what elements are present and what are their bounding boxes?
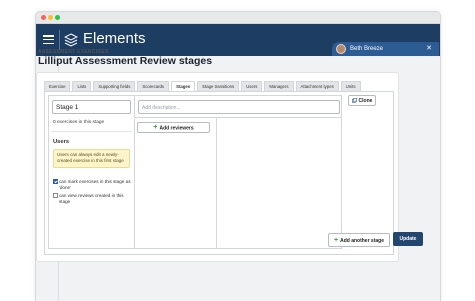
tab-scorecards[interactable]: Scorecards	[137, 81, 170, 91]
permission-mark-done[interactable]: can mark exercises in this stage as 'don…	[53, 179, 133, 191]
app-name[interactable]: Elements	[83, 30, 146, 48]
page-title: Lilliput Assessment Review stages	[38, 55, 213, 67]
header-divider	[59, 30, 60, 50]
tab-managers[interactable]: Managers	[264, 81, 294, 91]
maximize-window-dot[interactable]	[55, 15, 60, 20]
tab-stage-transitions[interactable]: Stage transitions	[197, 81, 240, 91]
add-reviewers-label: Add reviewers	[159, 125, 194, 132]
update-button[interactable]: Update	[393, 232, 423, 246]
close-icon[interactable]: ✕	[426, 43, 432, 54]
tab-bar: Exercise Lists Supporting fields Scoreca…	[44, 81, 363, 92]
user-menu[interactable]: Beth Breeze ✕	[332, 42, 439, 56]
checkbox-mark-done[interactable]	[53, 179, 58, 184]
permission-label: can mark exercises in this stage as 'don…	[59, 179, 131, 190]
stage-details-column	[216, 117, 341, 249]
avatar	[336, 44, 346, 54]
close-window-dot[interactable]	[41, 15, 46, 20]
users-heading: Users	[53, 139, 70, 145]
permission-label: can view reviews created in this stage	[59, 193, 124, 204]
plus-icon: +	[334, 237, 339, 244]
stage-settings-column: Stage 1 0 exercises in this stage Users …	[49, 96, 135, 248]
minimize-window-dot[interactable]	[48, 15, 53, 20]
tab-units[interactable]: Units	[340, 81, 361, 91]
stage-name-input[interactable]: Stage 1	[52, 100, 131, 114]
users-note: Users can always edit a newly-created ex…	[53, 149, 130, 168]
clone-button[interactable]: Clone	[348, 95, 376, 106]
tab-attachment-types[interactable]: Attachment types	[295, 81, 339, 91]
checkbox-view-reviews[interactable]	[53, 193, 58, 198]
tab-users[interactable]: Users	[241, 81, 263, 91]
add-stage-button[interactable]: + Add another stage	[328, 233, 390, 247]
permission-view-reviews[interactable]: can view reviews created in this stage	[53, 193, 133, 205]
divider	[51, 131, 132, 132]
add-stage-label: Add another stage	[340, 237, 384, 244]
exercise-count: 0 exercises in this stage	[53, 120, 105, 125]
stage-editor: Stage 1 0 exercises in this stage Users …	[48, 95, 342, 249]
copy-icon	[351, 98, 357, 104]
reviewers-column: + Add reviewers	[134, 117, 217, 249]
stages-card: Exercise Lists Supporting fields Scoreca…	[36, 72, 399, 262]
tab-supporting-fields[interactable]: Supporting fields	[93, 81, 136, 91]
add-reviewers-button[interactable]: + Add reviewers	[137, 122, 210, 133]
user-name: Beth Breeze	[350, 46, 384, 52]
elements-logo-icon	[64, 33, 78, 47]
title-bar	[36, 12, 440, 24]
description-input[interactable]: Add description...	[138, 100, 340, 114]
plus-icon: +	[153, 124, 158, 131]
tab-exercise[interactable]: Exercise	[44, 81, 71, 91]
clone-label: Clone	[358, 98, 373, 104]
menu-icon[interactable]	[43, 35, 54, 45]
tab-lists[interactable]: Lists	[72, 81, 92, 91]
stages-panel: Stage 1 0 exercises in this stage Users …	[44, 91, 394, 255]
